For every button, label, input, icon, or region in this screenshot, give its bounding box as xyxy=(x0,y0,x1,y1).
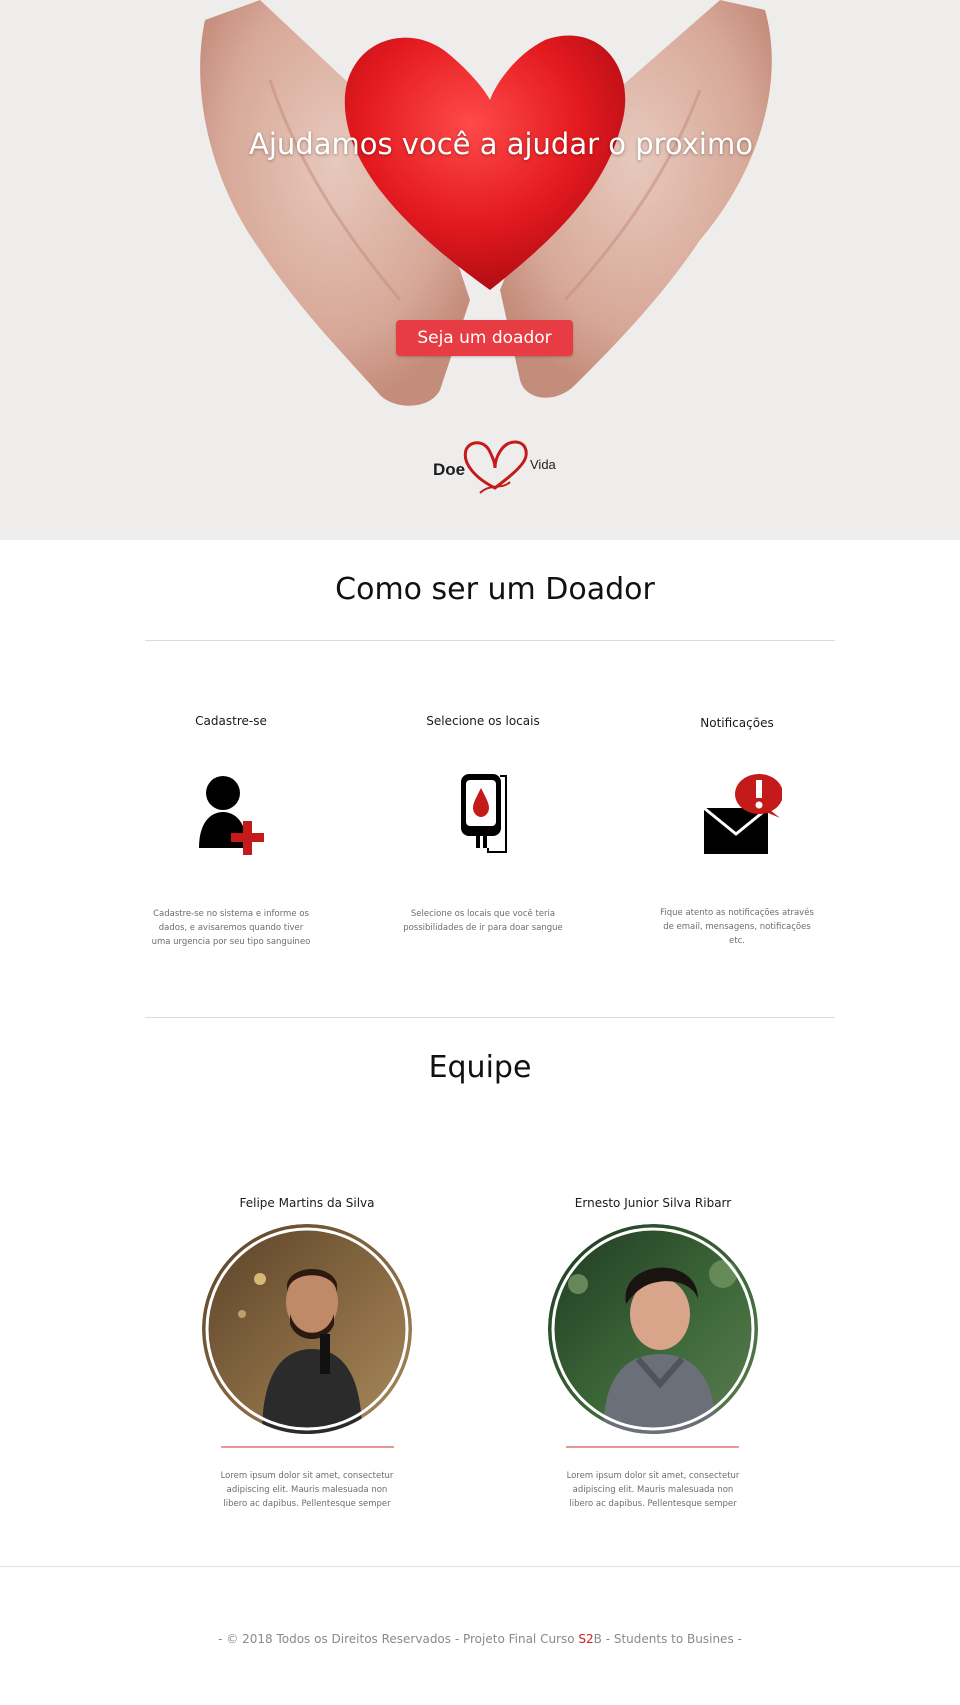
section-divider xyxy=(145,1017,835,1018)
doe-vida-logo[interactable]: Doe Vida xyxy=(430,438,564,504)
footer-text-suffix: B - Students to Busines - xyxy=(593,1632,742,1646)
footer-copyright: - © 2018 Todos os Direitos Reservados - … xyxy=(0,1632,960,1646)
footer-text-prefix: - © 2018 Todos os Direitos Reservados - … xyxy=(218,1632,579,1646)
become-donor-button[interactable]: Seja um doador xyxy=(396,320,573,356)
how-to-title: Como ser um Doador xyxy=(335,572,655,607)
footer-text-accent: S2 xyxy=(578,1632,594,1646)
step-label: Notificações xyxy=(700,716,774,730)
member-avatar xyxy=(548,1224,758,1434)
step-label: Cadastre-se xyxy=(195,714,267,728)
section-divider xyxy=(145,640,835,641)
user-plus-icon xyxy=(199,776,264,855)
mail-alert-icon xyxy=(703,774,782,854)
hero-headline: Ajudamos você a ajudar o proximo xyxy=(249,127,753,161)
step-label: Selecione os locais xyxy=(426,714,540,728)
member-bio: Lorem ipsum dolor sit amet, consectetur … xyxy=(566,1471,740,1509)
team-title: Equipe xyxy=(428,1050,532,1085)
hero-banner: Ajudamos você a ajudar o proximo Seja um… xyxy=(0,0,960,540)
logo-word-vida: Vida xyxy=(530,457,556,472)
member-divider xyxy=(566,1446,739,1448)
blood-bag-icon xyxy=(461,774,507,853)
hands-heart-image xyxy=(200,0,772,406)
footer-divider xyxy=(0,1566,960,1567)
step-description: Selecione os locais que você teria possi… xyxy=(403,909,563,933)
step-description: Fique atento as notificações através de … xyxy=(660,908,814,946)
member-bio: Lorem ipsum dolor sit amet, consectetur … xyxy=(220,1471,394,1509)
member-name: Ernesto Junior Silva Ribarr xyxy=(574,1196,732,1210)
member-divider xyxy=(221,1446,394,1448)
heart-ribbon-icon xyxy=(463,440,528,494)
member-name: Felipe Martins da Silva xyxy=(239,1196,375,1210)
step-description: Cadastre-se no sistema e informe os dado… xyxy=(151,909,311,947)
member-avatar xyxy=(202,1224,412,1434)
